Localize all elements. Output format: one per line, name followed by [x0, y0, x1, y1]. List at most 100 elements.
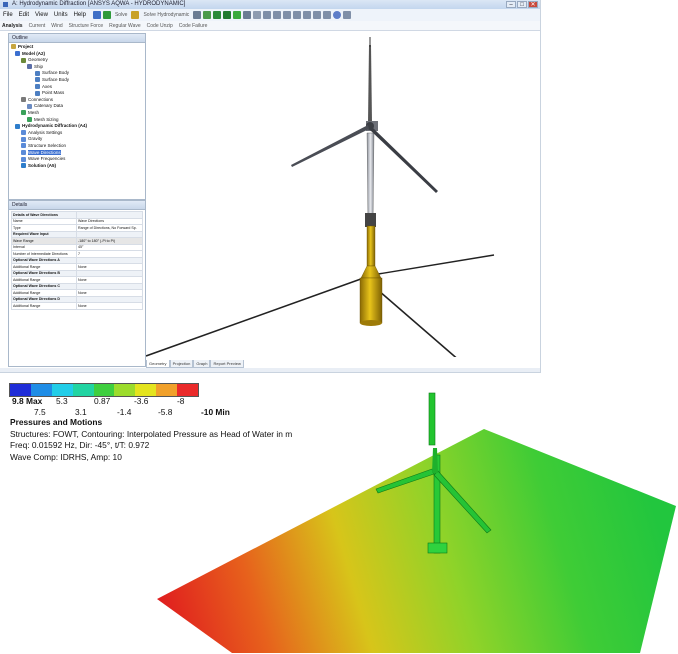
pressure-contour-view[interactable]: [0, 385, 678, 654]
current-button[interactable]: Current: [29, 21, 46, 30]
details-value[interactable]: None: [76, 302, 143, 310]
solve-button[interactable]: Solve: [115, 9, 128, 21]
select-icon[interactable]: [193, 11, 202, 19]
save-icon[interactable]: [92, 11, 101, 19]
spar-upper: [366, 225, 376, 267]
maximize-button[interactable]: □: [517, 1, 527, 8]
globe-icon[interactable]: [333, 11, 342, 19]
viewport-tabs: Geometry Projection Graph Report Preview: [146, 360, 244, 368]
body-icon[interactable]: [223, 11, 232, 19]
outline-item[interactable]: Surface Body: [35, 70, 69, 76]
green-hub: [432, 448, 438, 473]
solve-hydrodynamic-button[interactable]: Solve Hydrodynamic: [143, 9, 189, 21]
blade-up: [368, 45, 372, 123]
code-failure-button[interactable]: Code Failure: [179, 21, 208, 30]
outline-item[interactable]: Wave Frequencies: [21, 156, 65, 162]
turbine-model-view: [145, 37, 495, 369]
outline-item-label: Mesh: [28, 110, 40, 115]
green-mast-top: [428, 392, 436, 446]
tree-node-icon: [35, 90, 40, 96]
outline-item[interactable]: Axes: [35, 84, 52, 90]
details-header: Details: [9, 201, 145, 210]
solve-hydro-icon[interactable]: [131, 11, 140, 19]
outline-item[interactable]: Mesh Sizing: [27, 117, 59, 123]
outline-item[interactable]: Surface Body: [35, 77, 69, 83]
blade-left: [291, 125, 369, 167]
tree-node-icon: [21, 110, 26, 116]
magnifier-icon[interactable]: [293, 11, 302, 19]
app-icon: [3, 2, 8, 7]
outline-item[interactable]: Geometry: [21, 57, 48, 63]
analysis-toolbar: Analysis Current Wind Structure Force Re…: [0, 21, 540, 31]
wind-button[interactable]: Wind: [51, 21, 62, 30]
mooring-line-3: [378, 290, 469, 369]
edge-icon[interactable]: [233, 11, 242, 19]
minimize-button[interactable]: –: [506, 1, 516, 8]
menu-units[interactable]: Units: [51, 9, 71, 21]
outline-item[interactable]: Model (A2): [15, 51, 45, 57]
tree-node-icon: [21, 97, 26, 103]
face-icon[interactable]: [213, 11, 222, 19]
tree-node-icon: [21, 143, 26, 149]
iso-view-icon[interactable]: [323, 11, 332, 19]
analysis-label: Analysis: [2, 23, 23, 29]
menu-file[interactable]: File: [0, 9, 16, 21]
tower-flange: [365, 213, 376, 227]
regular-wave-button[interactable]: Regular Wave: [109, 21, 141, 30]
outline-item-label: Structure Selection: [28, 143, 67, 148]
tab-geometry[interactable]: Geometry: [146, 360, 170, 368]
outline-item[interactable]: Mesh: [21, 110, 39, 116]
outline-item[interactable]: Project: [11, 44, 33, 50]
menu-edit[interactable]: Edit: [16, 9, 32, 21]
outline-item[interactable]: Connections: [21, 97, 53, 103]
details-row[interactable]: Additional Range None: [11, 302, 143, 310]
outline-item[interactable]: Wave Directions: [21, 149, 61, 156]
window-title: A: Hydrodynamic Diffraction [ANSYS AQWA …: [12, 1, 186, 7]
menu-help[interactable]: Help: [71, 9, 89, 21]
outline-item-label: Wave Directions: [28, 149, 61, 155]
code-unzip-button[interactable]: Code Unzip: [147, 21, 173, 30]
tree-node-icon: [21, 57, 26, 63]
outline-item[interactable]: Structure Selection: [21, 143, 66, 149]
outline-item[interactable]: Catenary Data: [27, 103, 63, 109]
outline-item[interactable]: Hydrodynamic Diffraction (A4): [15, 123, 87, 129]
outline-item-label: Gravity: [28, 136, 43, 142]
next-view-icon[interactable]: [313, 11, 322, 19]
box-select-icon[interactable]: [203, 11, 212, 19]
structure-force-button[interactable]: Structure Force: [69, 21, 103, 30]
display-icon[interactable]: [343, 11, 352, 19]
geometry-viewport[interactable]: [145, 33, 538, 369]
tree-node-icon: [35, 70, 40, 76]
pan-icon[interactable]: [253, 11, 262, 19]
menu-view[interactable]: View: [32, 9, 51, 21]
outline-item-label: Axes: [42, 83, 53, 89]
zoom-box-icon[interactable]: [273, 11, 282, 19]
tab-report-preview[interactable]: Report Preview: [210, 360, 244, 368]
solve-icon[interactable]: [102, 11, 111, 19]
tab-graph[interactable]: Graph: [193, 360, 211, 368]
close-button[interactable]: ✕: [528, 1, 538, 8]
sea-surface: [157, 429, 676, 653]
outline-item[interactable]: Ship: [27, 64, 43, 70]
aqwa-window: A: Hydrodynamic Diffraction [ANSYS AQWA …: [0, 0, 541, 373]
spar-lower: [359, 277, 383, 324]
tree-node-icon: [27, 64, 32, 70]
outline-item[interactable]: Point Mass: [35, 90, 64, 96]
blade-right: [370, 127, 438, 193]
outline-item[interactable]: Analysis Settings: [21, 130, 62, 136]
details-panel: Details Details of Wave Directions Name Wa…: [8, 200, 146, 367]
outline-item-label: Ship: [34, 63, 44, 69]
tree-node-icon: [27, 116, 32, 122]
outline-item[interactable]: Gravity: [21, 136, 42, 142]
tab-projection[interactable]: Projection: [169, 360, 194, 368]
tree-node-icon: [21, 156, 26, 162]
outline-item-label: Surface Body: [42, 77, 70, 82]
tree-node-icon: [21, 136, 26, 142]
outline-item[interactable]: Solution (A5): [21, 163, 56, 169]
rotate-icon[interactable]: [243, 11, 252, 19]
tree-node-icon: [35, 77, 40, 83]
previous-view-icon[interactable]: [303, 11, 312, 19]
zoom-fit-icon[interactable]: [283, 11, 292, 19]
outline-panel: Outline Project Model (A2) Geometry Ship Sur…: [8, 33, 146, 200]
zoom-icon[interactable]: [263, 11, 272, 19]
